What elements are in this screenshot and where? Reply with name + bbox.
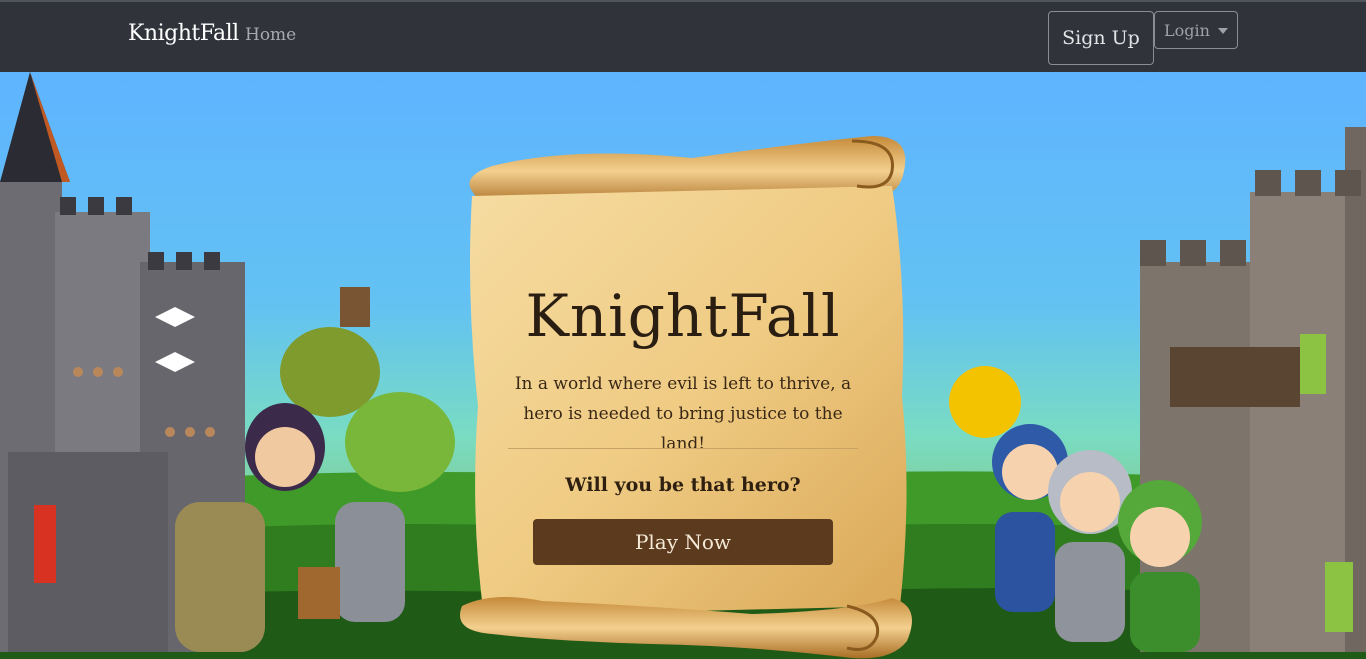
login-dropdown-button[interactable]: Login bbox=[1154, 11, 1238, 49]
hero-question: Will you be that hero? bbox=[565, 474, 801, 496]
hero-lead-text: In a world where evil is left to thrive,… bbox=[514, 374, 852, 454]
signup-button[interactable]: Sign Up bbox=[1048, 11, 1154, 65]
hero-title: KnightFall bbox=[525, 282, 841, 350]
caret-down-icon bbox=[1217, 28, 1228, 34]
parchment-scroll: KnightFall In a world where evil is left… bbox=[452, 136, 914, 659]
divider bbox=[508, 448, 858, 449]
nav-home-link[interactable]: Home bbox=[245, 25, 296, 45]
login-label: Login bbox=[1164, 20, 1210, 40]
brand-link[interactable]: KnightFall bbox=[128, 21, 239, 46]
navbar: KnightFall Home Sign Up Login bbox=[0, 0, 1366, 72]
hero-banner: KnightFall In a world where evil is left… bbox=[0, 72, 1366, 659]
play-now-button[interactable]: Play Now bbox=[533, 519, 833, 565]
